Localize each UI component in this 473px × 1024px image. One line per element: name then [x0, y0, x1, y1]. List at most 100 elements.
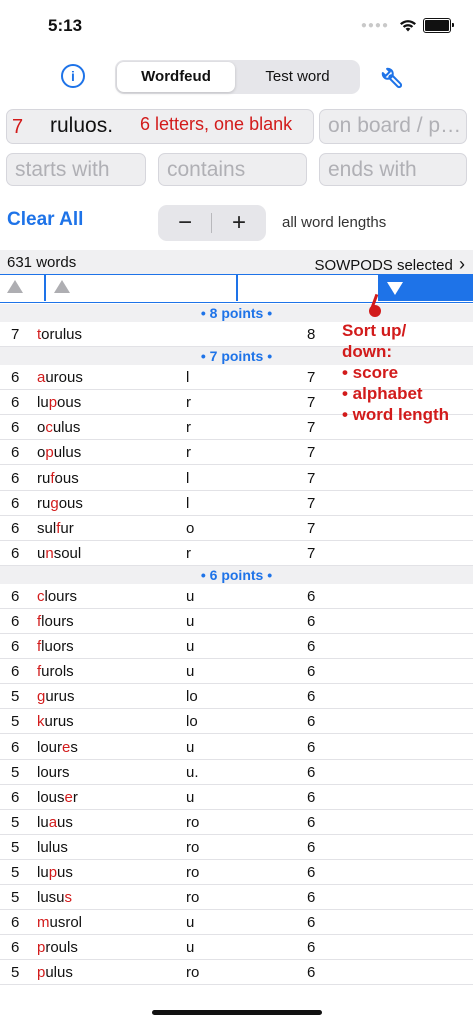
table-row[interactable]: 5 lusus ro 6 — [0, 885, 473, 911]
increment-button[interactable]: + — [212, 205, 266, 241]
table-row[interactable]: 6 flours u 6 — [0, 609, 473, 634]
table-row[interactable]: 5 gurus lo 6 — [0, 684, 473, 710]
info-icon[interactable]: i — [61, 64, 85, 88]
row-score: 6 — [11, 369, 20, 387]
word-blank-letter: p — [48, 864, 58, 881]
row-word: prouls — [37, 939, 78, 956]
row-score: 6 — [11, 469, 20, 487]
row-unused-letters: ro — [186, 813, 200, 831]
row-length: 6 — [307, 838, 316, 856]
row-length: 6 — [307, 813, 316, 831]
row-length: 6 — [307, 738, 316, 756]
table-row[interactable]: 6 loures u 6 — [0, 735, 473, 760]
on-board-placeholder: on board / p… — [328, 114, 462, 137]
table-row[interactable]: 5 luaus ro 6 — [0, 810, 473, 835]
word-part: us — [57, 864, 73, 881]
word-part: ulus — [53, 444, 82, 462]
status-time: 5:13 — [48, 16, 83, 35]
starts-with-input[interactable]: starts with — [6, 153, 146, 186]
mode-segmented-control[interactable]: Wordfeud Test word — [115, 60, 360, 94]
word-blank-letter: c — [45, 419, 53, 437]
clear-all-button[interactable]: Clear All — [7, 209, 83, 231]
table-row[interactable]: 6 rugous l 7 — [0, 491, 473, 516]
row-unused-letters: ro — [186, 838, 200, 856]
word-length-stepper[interactable]: − + — [158, 205, 266, 241]
table-row[interactable]: 6 unsoul r 7 — [0, 541, 473, 566]
table-row[interactable]: 6 prouls u 6 — [0, 935, 473, 961]
row-unused-letters: ro — [186, 964, 200, 982]
row-unused-letters: ro — [186, 889, 200, 907]
sort-length-button[interactable] — [378, 275, 473, 301]
word-part: lours — [44, 587, 78, 605]
row-length: 7 — [307, 444, 316, 462]
table-row[interactable]: 6 fluors u 6 — [0, 634, 473, 660]
table-row[interactable]: 6 rufous l 7 — [0, 466, 473, 491]
table-row[interactable]: 5 lupus ro 6 — [0, 860, 473, 885]
row-unused-letters: lo — [186, 688, 198, 706]
row-unused-letters: r — [186, 444, 191, 462]
word-part: ous — [54, 469, 79, 487]
row-length: 6 — [307, 914, 316, 932]
row-length: 7 — [307, 369, 316, 387]
row-length: 6 — [307, 663, 316, 681]
row-score: 6 — [11, 419, 20, 437]
table-row[interactable]: 5 pulus ro 6 — [0, 960, 473, 986]
row-word: clours — [37, 588, 77, 605]
row-unused-letters: u — [186, 788, 195, 806]
row-score: 5 — [11, 813, 20, 831]
ends-with-input[interactable]: ends with — [319, 153, 467, 186]
word-blank-letter: g — [50, 494, 59, 512]
table-row[interactable]: 6 louser u 6 — [0, 785, 473, 810]
row-length: 6 — [307, 788, 316, 806]
table-row[interactable]: 6 opulus r 7 — [0, 440, 473, 466]
wrench-icon[interactable] — [376, 62, 408, 94]
dictionary-selector[interactable]: SOWPODS selected › — [314, 254, 465, 275]
table-row[interactable]: 6 clours u 6 — [0, 584, 473, 609]
table-row[interactable]: 6 sulfur o 7 — [0, 516, 473, 541]
contains-placeholder: contains — [167, 158, 246, 181]
sort-score-up-icon[interactable] — [7, 280, 23, 293]
word-blank-letter: s — [64, 889, 73, 907]
word-blank-letter: p — [48, 394, 58, 412]
decrement-button[interactable]: − — [158, 205, 212, 241]
tab-wordfeud[interactable]: Wordfeud — [117, 62, 235, 92]
word-part: sul — [37, 519, 57, 537]
row-unused-letters: u — [186, 587, 195, 605]
on-board-input[interactable]: on board / p… — [319, 109, 467, 144]
word-part: us — [57, 813, 73, 831]
tab-test-word[interactable]: Test word — [237, 62, 358, 92]
word-part: ous — [57, 394, 82, 412]
row-word: torulus — [37, 326, 82, 343]
table-row[interactable]: 6 musrol u 6 — [0, 910, 473, 936]
row-length: 6 — [307, 688, 316, 706]
ends-with-placeholder: ends with — [328, 158, 417, 181]
word-part: lu — [37, 813, 49, 831]
row-score: 5 — [11, 763, 20, 781]
row-score: 6 — [11, 939, 20, 957]
word-blank-letter: c — [37, 587, 45, 605]
row-word: luaus — [37, 814, 73, 831]
row-unused-letters: u — [186, 638, 195, 656]
row-word: sulfur — [37, 520, 74, 537]
contains-input[interactable]: contains — [158, 153, 307, 186]
row-word: musrol — [37, 914, 82, 931]
row-word: lulus — [37, 839, 68, 856]
word-part: luors — [41, 638, 74, 656]
word-part: lours — [37, 763, 70, 781]
word-blank-letter: e — [64, 788, 73, 806]
row-unused-letters: u. — [186, 763, 199, 781]
table-row[interactable]: 5 kurus lo 6 — [0, 709, 473, 735]
table-row[interactable]: 6 furols u 6 — [0, 659, 473, 685]
sort-alphabet-up-icon[interactable] — [54, 280, 70, 293]
table-row[interactable]: 5 lulus ro 6 — [0, 835, 473, 860]
word-count: 631 words — [7, 254, 77, 271]
row-unused-letters: l — [186, 494, 190, 512]
sort-divider — [44, 275, 46, 301]
word-part: ulus — [52, 419, 81, 437]
row-score: 5 — [11, 889, 20, 907]
table-row[interactable]: 5 lours u. 6 — [0, 760, 473, 785]
row-unused-letters: u — [186, 939, 195, 957]
row-length: 7 — [307, 419, 316, 437]
row-score: 6 — [11, 544, 20, 562]
word-part: urols — [41, 663, 74, 681]
